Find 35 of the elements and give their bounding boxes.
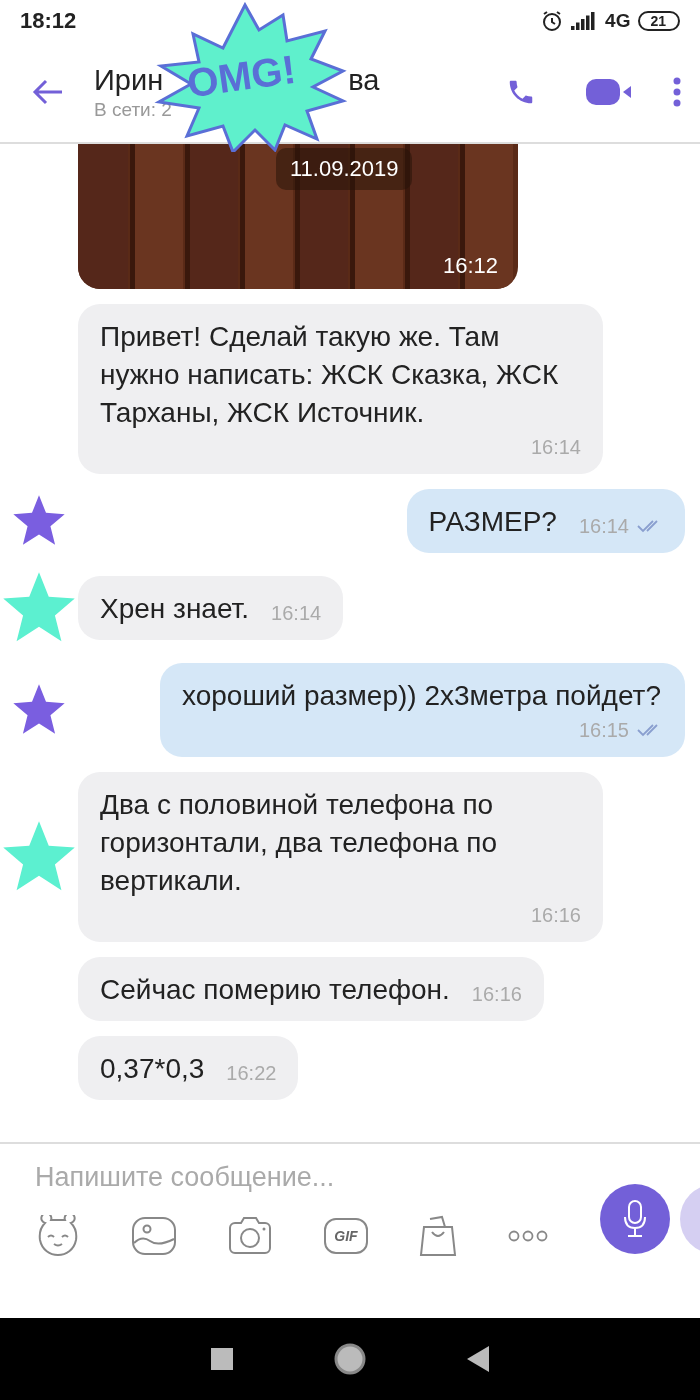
message-text: Хрен знает.: [100, 592, 250, 626]
clock: 18:12: [20, 8, 78, 34]
signal-icon: [571, 12, 598, 30]
back-button[interactable]: [32, 78, 64, 106]
contact-name: ва: [348, 63, 380, 97]
message-time: 16:14: [530, 435, 581, 460]
contact-name: Ирин: [94, 63, 164, 97]
message-time: 16:22: [226, 1061, 277, 1086]
message-text: 0,37*0,3: [100, 1052, 205, 1086]
message-text: Сейчас померию телефон.: [100, 973, 450, 1007]
shop-bag-button[interactable]: [419, 1215, 457, 1257]
home-button[interactable]: [333, 1342, 367, 1376]
alarm-icon: [541, 10, 564, 32]
network-type: 4G: [605, 10, 631, 32]
gallery-button[interactable]: [132, 1217, 176, 1255]
microphone-icon: [622, 1199, 648, 1239]
message-time: 16:16: [471, 982, 522, 1007]
video-call-button[interactable]: [586, 77, 632, 107]
message-time: 16:16: [530, 903, 581, 928]
battery-level: 21: [638, 11, 680, 31]
more-options-button[interactable]: [508, 1230, 548, 1242]
message-time: 16:15: [578, 715, 663, 745]
back-nav-button[interactable]: [467, 1346, 489, 1372]
message-text: РАЗМЕР?: [428, 505, 557, 539]
gif-button[interactable]: GIF: [324, 1218, 368, 1254]
message-time: 16:14: [271, 601, 322, 626]
message-text: Привет! Сделай такую же. Там нужно написать: ЖСК Сказка, ЖСК Тарханы, ЖСК Источник.: [100, 320, 560, 430]
sticker-text: OMG!: [184, 46, 299, 107]
message-text: хороший размер)) 2х3метра пойдет?: [182, 679, 661, 713]
date-label: 11.09.2019: [276, 148, 413, 190]
message-time: 16:14: [578, 511, 663, 541]
camera-button[interactable]: [227, 1216, 273, 1256]
more-menu-button[interactable]: [672, 77, 682, 107]
message-time: 16:12: [442, 253, 498, 279]
message-text: Два с половиной телефона по горизонтали, два телефона по вертикали.: [100, 788, 499, 898]
